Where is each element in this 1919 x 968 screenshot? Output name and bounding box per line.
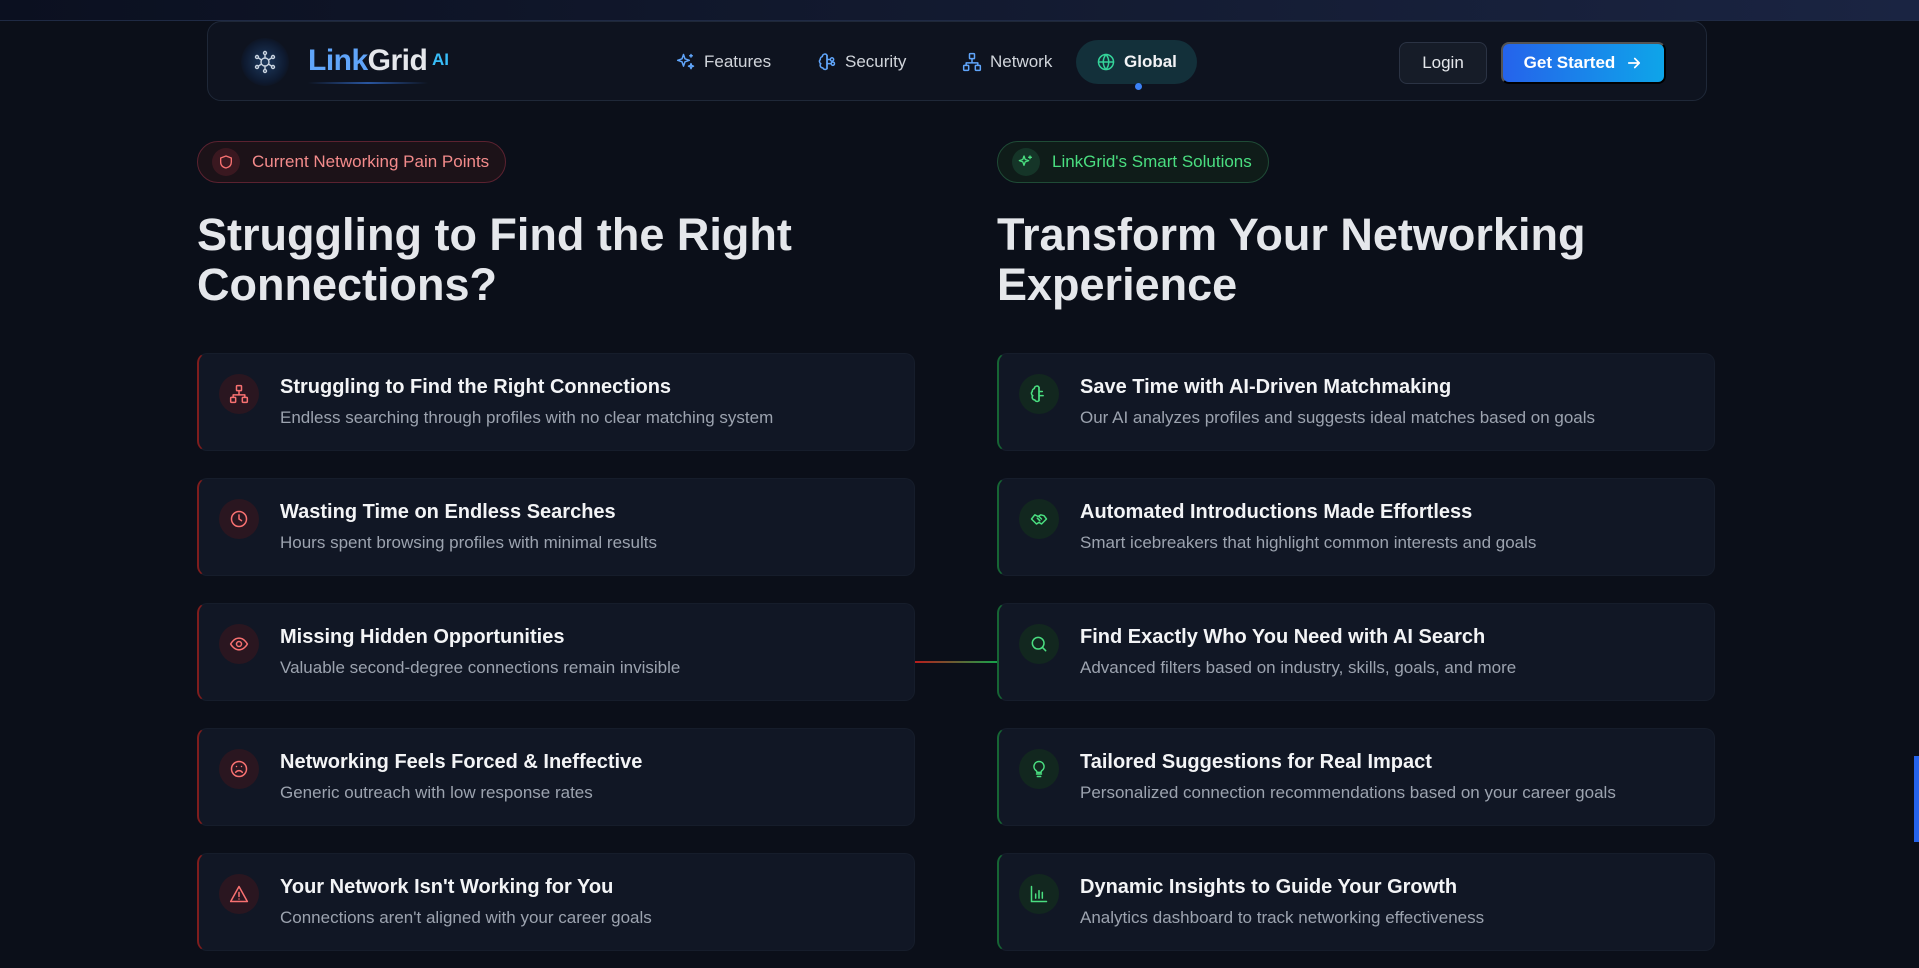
connector-line [915, 661, 997, 663]
card-description: Generic outreach with low response rates [280, 783, 593, 802]
eye-icon [219, 624, 259, 664]
brain-icon [818, 53, 836, 71]
card-description: Smart icebreakers that highlight common … [1080, 533, 1537, 552]
login-button[interactable]: Login [1399, 42, 1487, 84]
card-title: Missing Hidden Opportunities [280, 626, 565, 648]
lightbulb-icon [1019, 749, 1059, 789]
network-icon [962, 52, 982, 72]
pain-card: Wasting Time on Endless Searches Hours s… [197, 478, 915, 576]
card-title: Your Network Isn't Working for You [280, 876, 614, 898]
card-description: Valuable second-degree connections remai… [280, 658, 681, 677]
solution-card: Automated Introductions Made Effortless … [997, 478, 1715, 576]
card-description: Personalized connection recommendations … [1080, 783, 1616, 802]
browser-top-strip [0, 0, 1919, 21]
logo-wordmark[interactable]: LinkGrid [308, 44, 428, 78]
card-title: Find Exactly Who You Need with AI Search [1080, 626, 1486, 648]
warning-icon [219, 874, 259, 914]
frown-icon [219, 749, 259, 789]
pain-card: Your Network Isn't Working for You Conne… [197, 853, 915, 951]
search-icon [1019, 624, 1059, 664]
card-title: Networking Feels Forced & Ineffective [280, 751, 643, 773]
pain-card: Networking Feels Forced & Ineffective Ge… [197, 728, 915, 826]
solution-card: Save Time with AI-Driven Matchmaking Our… [997, 353, 1715, 451]
solution-card: Dynamic Insights to Guide Your Growth An… [997, 853, 1715, 951]
pain-heading: Struggling to Find the Right Connections… [197, 209, 792, 310]
card-description: Connections aren't aligned with your car… [280, 908, 652, 927]
arrow-right-icon [1628, 57, 1641, 69]
navbar: LinkGrid AI Features Security Network Gl… [207, 21, 1707, 101]
card-title: Dynamic Insights to Guide Your Growth [1080, 876, 1458, 898]
pain-card: Struggling to Find the Right Connections… [197, 353, 915, 451]
pain-points-badge: Current Networking Pain Points [197, 141, 507, 183]
logo-ai-label: AI [432, 50, 449, 69]
logo-underline [308, 82, 428, 84]
solution-card: Tailored Suggestions for Real Impact Per… [997, 728, 1715, 826]
chart-icon [1019, 874, 1059, 914]
scrollbar-thumb[interactable] [1914, 756, 1919, 842]
brain-icon [1019, 374, 1059, 414]
solutions-badge: LinkGrid's Smart Solutions [997, 141, 1269, 183]
nav-features[interactable]: Features [656, 40, 791, 84]
clock-icon [219, 499, 259, 539]
sparkles-icon [676, 53, 695, 70]
handshake-icon [1019, 499, 1059, 539]
pain-card: Missing Hidden Opportunities Valuable se… [197, 603, 915, 701]
card-title: Struggling to Find the Right Connections [280, 376, 672, 398]
card-description: Our AI analyzes profiles and suggests id… [1080, 408, 1596, 427]
card-title: Wasting Time on Endless Searches [280, 501, 616, 523]
sparkles-icon [1012, 148, 1040, 176]
card-title: Save Time with AI-Driven Matchmaking [1080, 376, 1452, 398]
shield-icon [212, 148, 240, 176]
nav-security[interactable]: Security [797, 40, 926, 84]
card-description: Endless searching through profiles with … [280, 408, 774, 427]
nav-global[interactable]: Global [1076, 40, 1197, 84]
logo-brain-icon[interactable] [241, 38, 289, 86]
get-started-button[interactable]: Get Started [1501, 42, 1666, 84]
card-description: Hours spent browsing profiles with minim… [280, 533, 657, 552]
card-title: Automated Introductions Made Effortless [1080, 501, 1473, 523]
card-title: Tailored Suggestions for Real Impact [1080, 751, 1432, 773]
active-nav-indicator [1135, 83, 1142, 90]
globe-icon [1097, 53, 1115, 71]
network-icon [219, 374, 259, 414]
solution-card: Find Exactly Who You Need with AI Search… [997, 603, 1715, 701]
solutions-heading: Transform Your Networking Experience [997, 209, 1586, 310]
nav-network[interactable]: Network [942, 40, 1072, 84]
card-description: Advanced filters based on industry, skil… [1080, 658, 1517, 677]
card-description: Analytics dashboard to track networking … [1080, 908, 1485, 927]
